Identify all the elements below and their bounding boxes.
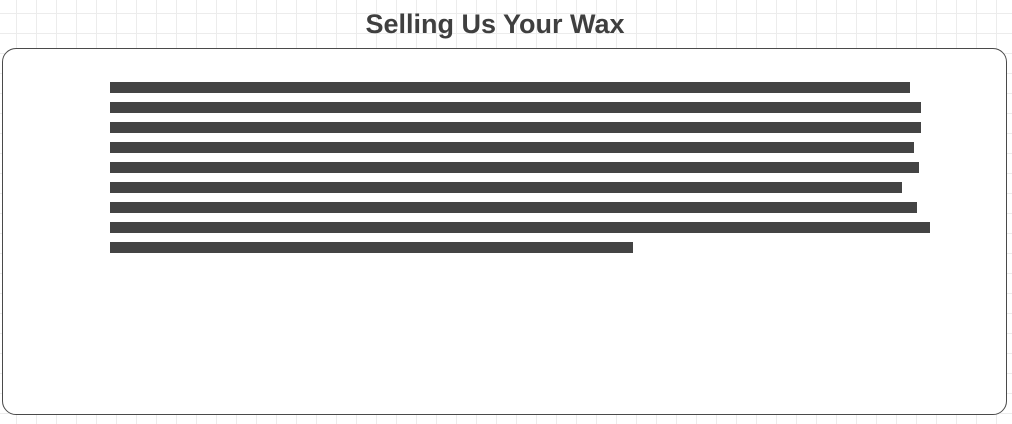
placeholder-text-line (110, 162, 919, 173)
placeholder-text-line (110, 122, 921, 133)
text-placeholder-block (110, 82, 930, 262)
placeholder-text-line (110, 82, 911, 93)
placeholder-text-line (110, 182, 903, 193)
page-title: Selling Us Your Wax (365, 9, 625, 39)
placeholder-text-line (110, 222, 930, 233)
placeholder-text-line (110, 242, 634, 253)
placeholder-text-line (110, 202, 917, 213)
placeholder-text-line (110, 102, 921, 113)
placeholder-text-line (110, 142, 914, 153)
content-panel (2, 48, 1007, 415)
